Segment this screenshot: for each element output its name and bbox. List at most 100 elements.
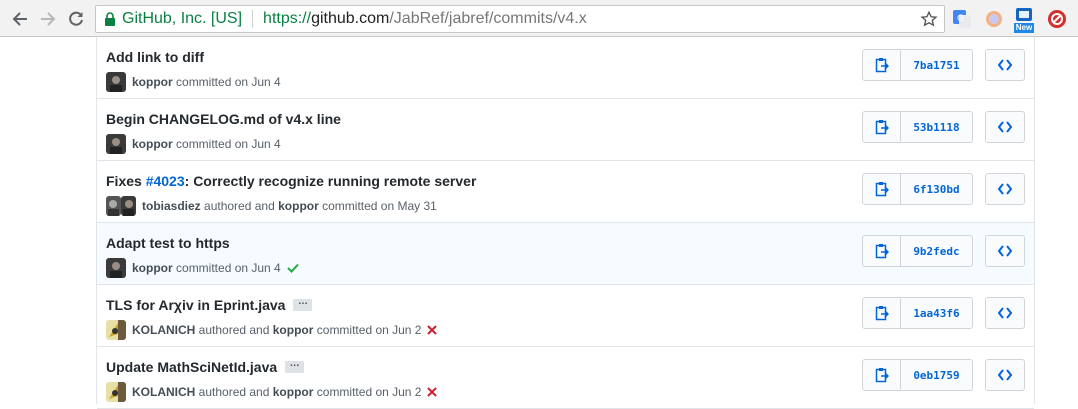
code-icon (998, 183, 1012, 195)
browse-repo-button[interactable] (985, 173, 1025, 205)
commit-title[interactable]: Begin CHANGELOG.md of v4.x line (106, 111, 341, 127)
svg-text:G: G (957, 14, 964, 24)
forward-button[interactable] (35, 6, 61, 32)
authored-text: authored and (198, 385, 270, 399)
expand-message-button[interactable]: … (285, 359, 305, 373)
avatar-pair (106, 196, 136, 216)
commit-row: Add link to diff koppor committed on Jun… (97, 37, 1034, 99)
lock-icon (104, 12, 116, 26)
commit-title[interactable]: Add link to diff (106, 49, 204, 65)
adblock-icon[interactable] (1046, 8, 1068, 30)
commit-sha-link[interactable]: 7ba1751 (901, 50, 972, 80)
sha-button-group: 1aa43f6 (862, 297, 973, 329)
code-icon (998, 245, 1012, 257)
browse-repo-button[interactable] (985, 49, 1025, 81)
browse-repo-button[interactable] (985, 111, 1025, 143)
browse-repo-button[interactable] (985, 359, 1025, 391)
committer-name[interactable]: koppor (132, 261, 173, 275)
avatar[interactable] (106, 258, 126, 278)
expand-message-button[interactable]: … (293, 297, 313, 311)
copy-sha-button[interactable] (863, 298, 901, 328)
browse-repo-button[interactable] (985, 235, 1025, 267)
copy-sha-button[interactable] (863, 360, 901, 390)
address-bar[interactable]: GitHub, Inc. [US] https://github.com/Jab… (95, 5, 945, 33)
committer-name[interactable]: koppor (273, 385, 314, 399)
x-icon[interactable] (427, 325, 438, 335)
commit-list: Add link to diff koppor committed on Jun… (96, 37, 1035, 409)
commit-meta: tobiasdiez authored and koppor committed… (106, 196, 437, 216)
committer-name[interactable]: koppor (132, 137, 173, 151)
commit-message-suffix[interactable]: : Correctly recognize running remote ser… (185, 173, 477, 189)
avatar[interactable] (106, 72, 126, 92)
reload-button[interactable] (63, 6, 89, 32)
author-avatar[interactable] (106, 196, 121, 216)
circle-extension-icon[interactable] (983, 8, 1005, 30)
bookmark-star-icon[interactable] (920, 10, 938, 28)
commit-title[interactable]: Fixes #4023: Correctly recognize running… (106, 173, 476, 189)
page-content: Add link to diff koppor committed on Jun… (0, 37, 1078, 409)
author-name[interactable]: KOLANICH (132, 385, 195, 399)
browse-repo-button[interactable] (985, 297, 1025, 329)
clipboard-icon (875, 120, 889, 135)
commit-meta: KOLANICH authored and koppor committed o… (106, 382, 438, 402)
author-name[interactable]: KOLANICH (132, 323, 195, 337)
committer-name[interactable]: koppor (132, 75, 173, 89)
commit-message-prefix[interactable]: Fixes (106, 173, 146, 189)
secure-origin-label: GitHub, Inc. [US] (122, 10, 243, 27)
committer-avatar[interactable] (121, 196, 136, 216)
clipboard-icon (875, 244, 889, 259)
code-icon (998, 59, 1012, 71)
url-host: github.com (311, 10, 390, 27)
commit-sha-link[interactable]: 9b2fedc (901, 236, 972, 266)
new-badge-icon[interactable]: New (1013, 6, 1035, 34)
commit-message[interactable]: TLS for Arχiv in Eprint.java (106, 297, 285, 313)
commit-message[interactable]: Add link to diff (106, 49, 204, 65)
clipboard-icon (875, 58, 889, 73)
avatar[interactable] (106, 320, 126, 340)
google-translate-icon[interactable]: G (951, 8, 973, 30)
commit-date: committed on Jun 2 (316, 385, 422, 399)
commit-message[interactable]: Update MathSciNetId.java (106, 359, 277, 375)
check-icon[interactable] (287, 263, 299, 273)
commit-title[interactable]: Adapt test to https (106, 235, 230, 251)
commit-sha-link[interactable]: 6f130bd (901, 174, 972, 204)
copy-sha-button[interactable] (863, 174, 901, 204)
commit-row: Begin CHANGELOG.md of v4.x line koppor c… (97, 99, 1034, 161)
sha-button-group: 53b1118 (862, 111, 973, 143)
commit-row: TLS for Arχiv in Eprint.java … KOLANICH … (97, 285, 1034, 347)
back-button[interactable] (7, 6, 33, 32)
commit-message[interactable]: Adapt test to https (106, 235, 230, 251)
sha-button-group: 0eb1759 (862, 359, 973, 391)
clipboard-icon (875, 368, 889, 383)
url-path: /JabRef/jabref/commits/v4.x (389, 10, 587, 27)
commit-title[interactable]: Update MathSciNetId.java … (106, 359, 305, 375)
browser-toolbar: GitHub, Inc. [US] https://github.com/Jab… (0, 0, 1078, 37)
new-badge-label: New (1013, 23, 1035, 33)
commit-date: committed on Jun 4 (176, 137, 281, 151)
commit-sha-link[interactable]: 53b1118 (901, 112, 972, 142)
code-icon (998, 307, 1012, 319)
arrow-right-icon (41, 12, 56, 26)
commit-row: Adapt test to https koppor committed on … (97, 223, 1034, 285)
commit-title[interactable]: TLS for Arχiv in Eprint.java … (106, 297, 313, 313)
author-name[interactable]: tobiasdiez (142, 199, 201, 213)
commit-message[interactable]: Begin CHANGELOG.md of v4.x line (106, 111, 341, 127)
copy-sha-button[interactable] (863, 112, 901, 142)
x-icon[interactable] (427, 387, 438, 397)
committer-name[interactable]: koppor (273, 323, 314, 337)
omnibox-separator (252, 10, 254, 28)
issue-link[interactable]: #4023 (146, 173, 185, 189)
commit-meta: KOLANICH authored and koppor committed o… (106, 320, 438, 340)
commit-sha-link[interactable]: 0eb1759 (901, 360, 972, 390)
sha-button-group: 6f130bd (862, 173, 973, 205)
copy-sha-button[interactable] (863, 50, 901, 80)
avatar[interactable] (106, 134, 126, 154)
avatar[interactable] (106, 382, 126, 402)
commit-row: Update MathSciNetId.java … KOLANICH auth… (97, 347, 1034, 409)
commit-date: committed on May 31 (322, 199, 437, 213)
arrow-left-icon (12, 12, 27, 26)
copy-sha-button[interactable] (863, 236, 901, 266)
sha-button-group: 7ba1751 (862, 49, 973, 81)
committer-name[interactable]: koppor (278, 199, 319, 213)
commit-sha-link[interactable]: 1aa43f6 (901, 298, 972, 328)
